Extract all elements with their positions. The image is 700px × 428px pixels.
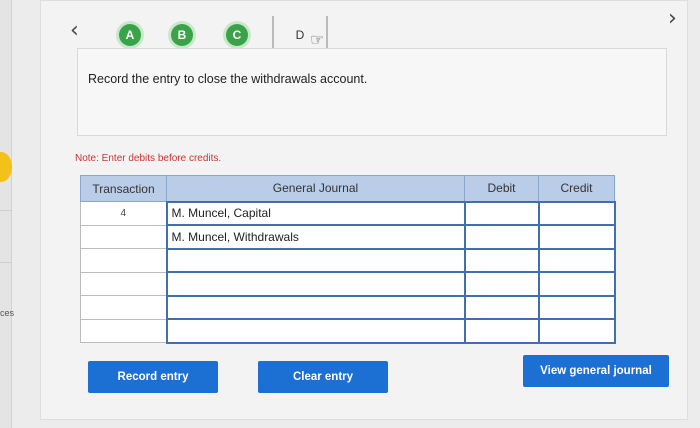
prompt-box: Record the entry to close the withdrawal… bbox=[77, 48, 667, 136]
transaction-cell[interactable]: 4 bbox=[80, 201, 167, 226]
transaction-cell[interactable] bbox=[80, 224, 167, 249]
journal-table: Transaction General Journal Debit Credit… bbox=[80, 175, 616, 344]
account-field[interactable] bbox=[165, 271, 466, 297]
step-b-tab[interactable]: B bbox=[171, 24, 193, 46]
account-field[interactable] bbox=[165, 247, 466, 273]
credit-field[interactable] bbox=[537, 200, 616, 226]
divider bbox=[0, 210, 12, 211]
journal-header-row: Transaction General Journal Debit Credit bbox=[80, 175, 615, 202]
debit-field[interactable] bbox=[463, 271, 540, 297]
debit-field[interactable] bbox=[463, 224, 540, 250]
general-journal-header: General Journal bbox=[166, 175, 465, 202]
transaction-header: Transaction bbox=[80, 175, 167, 202]
record-entry-button[interactable]: Record entry bbox=[88, 361, 218, 393]
step-a-tab[interactable]: A bbox=[119, 24, 141, 46]
hand-pointer-icon: ☞ bbox=[310, 32, 325, 49]
sidebar-fragment-label: ces bbox=[0, 308, 15, 318]
debit-field[interactable] bbox=[463, 318, 540, 344]
account-field[interactable] bbox=[165, 318, 466, 344]
credit-field[interactable] bbox=[537, 271, 616, 297]
chevron-right-icon[interactable]: › bbox=[668, 8, 677, 30]
transaction-cell[interactable] bbox=[80, 318, 167, 343]
table-row bbox=[80, 294, 616, 320]
step-d-label: D bbox=[295, 28, 305, 42]
note-text: Note: Enter debits before credits. bbox=[75, 153, 222, 164]
transaction-cell[interactable] bbox=[80, 248, 167, 273]
clear-entry-button[interactable]: Clear entry bbox=[258, 361, 388, 393]
transaction-cell[interactable] bbox=[80, 271, 167, 296]
table-row: 4 M. Muncel, Capital bbox=[80, 200, 616, 226]
credit-field[interactable] bbox=[537, 318, 616, 344]
account-field[interactable]: M. Muncel, Withdrawals bbox=[165, 224, 466, 250]
chevron-left-icon[interactable]: ‹ bbox=[70, 20, 79, 42]
debit-field[interactable] bbox=[463, 200, 540, 226]
credit-field[interactable] bbox=[537, 247, 616, 273]
table-row bbox=[80, 247, 616, 273]
credit-header: Credit bbox=[538, 175, 615, 202]
account-field[interactable] bbox=[165, 294, 466, 320]
status-dot-icon bbox=[0, 152, 12, 182]
table-row bbox=[80, 271, 616, 297]
prompt-text: Record the entry to close the withdrawal… bbox=[88, 72, 368, 86]
debit-header: Debit bbox=[464, 175, 539, 202]
debit-field[interactable] bbox=[463, 294, 540, 320]
background-sidebar-strip: ces bbox=[0, 0, 15, 428]
account-field[interactable]: M. Muncel, Capital bbox=[165, 200, 466, 226]
view-general-journal-button[interactable]: View general journal bbox=[523, 355, 669, 387]
table-row: M. Muncel, Withdrawals bbox=[80, 224, 616, 250]
credit-field[interactable] bbox=[537, 224, 616, 250]
step-c-tab[interactable]: C bbox=[226, 24, 248, 46]
divider bbox=[0, 262, 12, 263]
credit-field[interactable] bbox=[537, 294, 616, 320]
debit-field[interactable] bbox=[463, 247, 540, 273]
transaction-cell[interactable] bbox=[80, 295, 167, 320]
table-row bbox=[80, 318, 616, 344]
